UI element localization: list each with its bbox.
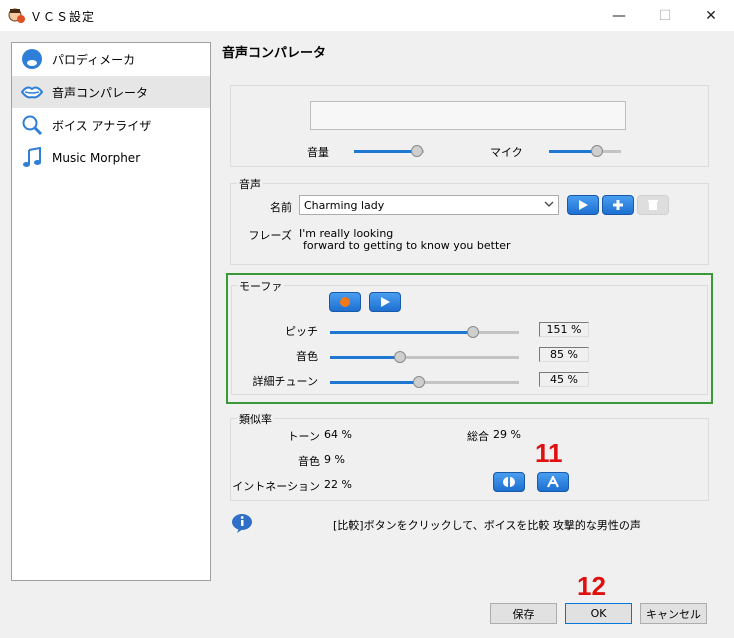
timbre-slider[interactable]	[330, 351, 519, 363]
trash-icon	[648, 200, 658, 210]
volume-slider[interactable]	[354, 145, 424, 157]
similarity-timbre-label: 音色	[298, 455, 320, 468]
pitch-slider[interactable]	[330, 326, 519, 338]
sidebar-item-voice-analyzer[interactable]: ボイス アナライザ	[12, 109, 210, 141]
play-morph-button[interactable]	[369, 292, 401, 312]
tone-value: 64 %	[324, 428, 352, 441]
mic-slider-fill	[549, 150, 597, 153]
close-button[interactable]: ✕	[688, 0, 734, 31]
save-button[interactable]: 保存	[490, 603, 557, 624]
tone-label: トーン	[287, 430, 320, 443]
intonation-label: イントネーション	[232, 480, 320, 493]
phrase-line-2: forward to getting to know you better	[303, 239, 511, 252]
compare-button[interactable]	[493, 472, 525, 492]
maximize-button[interactable]: ☐	[642, 0, 688, 31]
delete-voice-button[interactable]	[637, 195, 669, 215]
fine-tune-value: 45 %	[539, 372, 589, 387]
music-note-icon	[23, 147, 41, 167]
magnifier-icon	[22, 115, 43, 136]
mic-label: マイク	[490, 146, 523, 159]
ok-button[interactable]: OK	[565, 603, 632, 624]
play-voice-button[interactable]	[567, 195, 599, 215]
voice-name-value: Charming lady	[304, 198, 385, 212]
timbre-slider-fill	[330, 356, 400, 359]
similarity-timbre-value: 9 %	[324, 453, 345, 466]
cancel-button[interactable]: キャンセル	[640, 603, 707, 624]
face-icon	[22, 49, 42, 69]
chevron-down-icon	[544, 201, 554, 207]
fine-tune-slider[interactable]	[330, 376, 519, 388]
plus-icon	[613, 200, 623, 210]
annotation-marker-11: 11	[535, 438, 563, 468]
compare-icon	[503, 477, 515, 487]
fine-tune-slider-fill	[330, 381, 419, 384]
sidebar: パロディメーカ 音声コンパレータ ボイス アナライザ Music Morpher	[11, 42, 211, 581]
pitch-slider-fill	[330, 331, 473, 334]
pitch-label: ピッチ	[285, 325, 318, 338]
name-label: 名前	[270, 201, 292, 214]
volume-slider-fill	[354, 150, 417, 153]
similarity-group-label: 類似率	[237, 411, 274, 427]
pitch-value: 151 %	[539, 322, 589, 337]
add-voice-button[interactable]	[602, 195, 634, 215]
timbre-slider-thumb[interactable]	[393, 351, 406, 363]
level-meter-display	[310, 101, 626, 130]
play-icon	[579, 200, 588, 210]
pitch-slider-thumb[interactable]	[466, 326, 479, 338]
sidebar-item-voice-comparator[interactable]: 音声コンパレータ	[12, 76, 210, 108]
app-icon	[8, 8, 25, 23]
voice-group-label: 音声	[237, 176, 263, 192]
intonation-value: 22 %	[324, 478, 352, 491]
voice-name-select[interactable]: Charming lady	[299, 195, 559, 215]
record-icon	[340, 297, 350, 307]
total-value: 29 %	[493, 428, 521, 441]
info-message: [比較]ボタンをクリックして、ボイスを比較 攻撃的な男性の声	[333, 519, 641, 532]
volume-slider-thumb[interactable]	[411, 145, 423, 157]
mic-slider-thumb[interactable]	[590, 145, 603, 157]
sidebar-item-label: ボイス アナライザ	[52, 118, 152, 133]
annotation-marker-12: 12	[577, 571, 606, 601]
fine-tune-label: 詳細チューン	[252, 375, 318, 388]
record-button[interactable]	[329, 292, 361, 312]
phrase-label: フレーズ	[248, 229, 292, 242]
morpher-group-label: モーファ	[237, 278, 285, 294]
letter-a-icon	[547, 476, 559, 488]
timbre-label: 音色	[296, 350, 318, 363]
window-title: ＶＣＳ設定	[30, 10, 96, 24]
lips-icon	[21, 86, 43, 99]
info-icon	[232, 514, 252, 533]
timbre-value: 85 %	[539, 347, 589, 362]
sidebar-item-label: Music Morpher	[52, 151, 141, 165]
sidebar-item-label: パロディメーカ	[52, 52, 136, 67]
fine-tune-slider-thumb[interactable]	[412, 376, 425, 388]
total-label: 総合	[467, 430, 489, 443]
sidebar-item-parody-maker[interactable]: パロディメーカ	[12, 43, 210, 75]
mic-slider[interactable]	[549, 145, 621, 157]
minimize-button[interactable]: —	[596, 0, 642, 31]
play-icon	[381, 297, 390, 307]
page-title: 音声コンパレータ	[222, 46, 327, 61]
volume-label: 音量	[307, 146, 329, 159]
analyze-button[interactable]	[537, 472, 569, 492]
sidebar-item-music-morpher[interactable]: Music Morpher	[12, 142, 210, 174]
sidebar-item-label: 音声コンパレータ	[52, 85, 149, 100]
